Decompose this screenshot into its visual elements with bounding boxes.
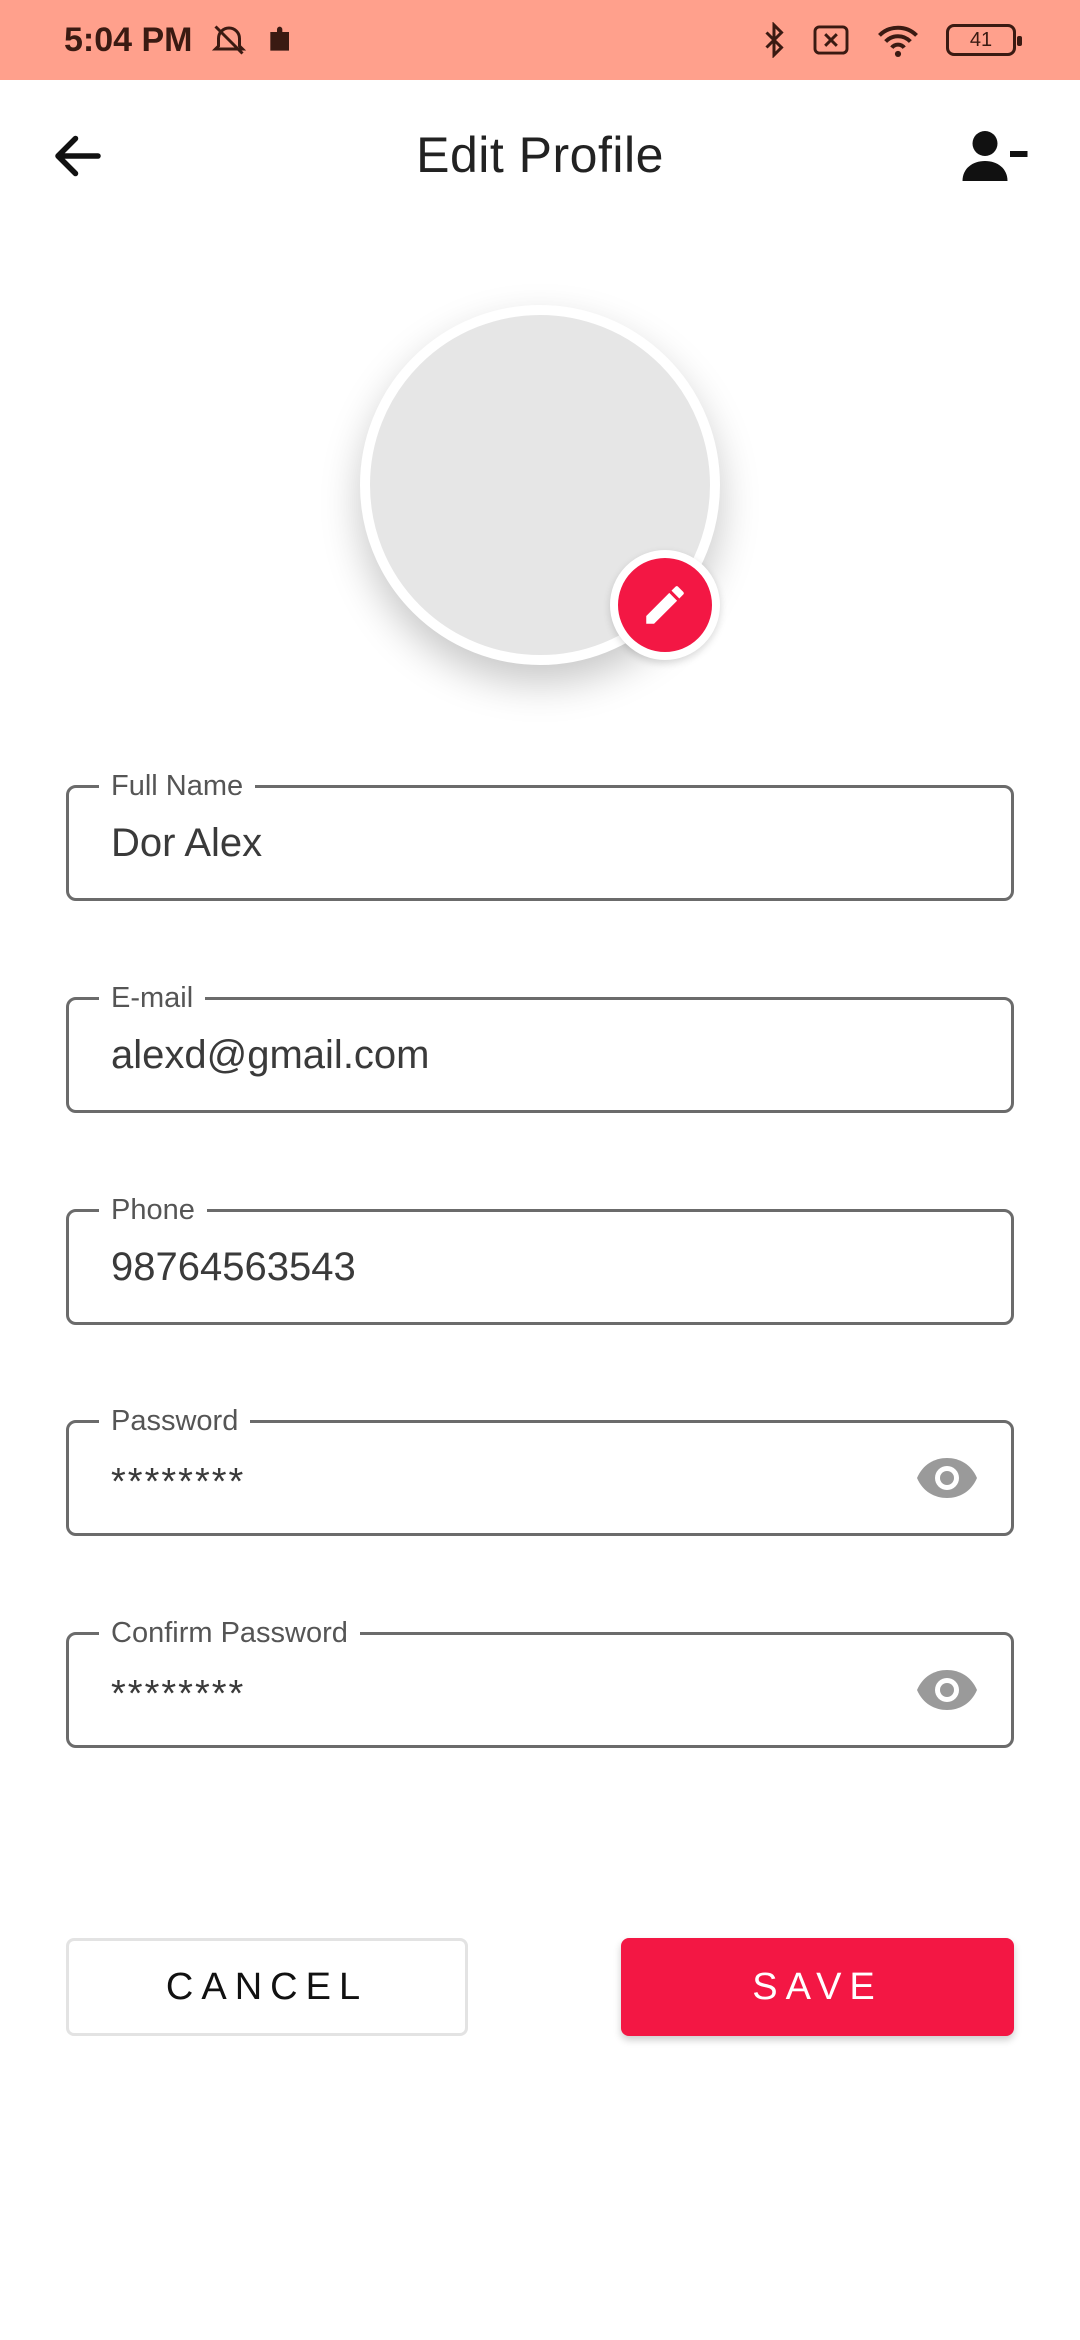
phone-field[interactable]: Phone 98764563543 bbox=[66, 1192, 1014, 1325]
edit-avatar-button[interactable] bbox=[610, 550, 720, 660]
eye-icon[interactable] bbox=[915, 1456, 979, 1500]
save-button[interactable]: SAVE bbox=[621, 1938, 1014, 2036]
email-input[interactable]: alexd@gmail.com bbox=[111, 1000, 911, 1110]
wifi-icon bbox=[878, 25, 918, 57]
user-minus-icon[interactable] bbox=[960, 126, 1030, 186]
puzzle-icon bbox=[269, 26, 289, 51]
bluetooth-icon bbox=[765, 22, 784, 58]
sim-off-icon bbox=[813, 25, 849, 55]
battery-icon: 41 bbox=[946, 24, 1022, 56]
eye-icon[interactable] bbox=[915, 1668, 979, 1712]
status-time: 5:04 PM bbox=[64, 20, 193, 59]
password-field[interactable]: Password ******** bbox=[66, 1403, 1014, 1537]
battery-level: 41 bbox=[969, 28, 993, 51]
arrow-left-icon[interactable] bbox=[48, 126, 108, 186]
full-name-field[interactable]: Full Name Dor Alex bbox=[66, 768, 1014, 901]
phone-input[interactable]: 98764563543 bbox=[111, 1212, 911, 1322]
status-left: 5:04 PM bbox=[64, 21, 297, 60]
status-right: 41 bbox=[762, 22, 1022, 58]
confirm-password-field[interactable]: Confirm Password ******** bbox=[66, 1615, 1014, 1749]
pencil-icon bbox=[646, 586, 684, 624]
status-bar: 5:04 PM 41 bbox=[0, 0, 1080, 80]
cancel-button[interactable]: CANCEL bbox=[66, 1938, 468, 2036]
email-field[interactable]: E-mail alexd@gmail.com bbox=[66, 980, 1014, 1113]
password-input[interactable]: ******** bbox=[111, 1427, 911, 1537]
app-bar: Edit Profile bbox=[0, 80, 1080, 230]
page-title: Edit Profile bbox=[416, 127, 664, 183]
avatar-container bbox=[360, 305, 720, 665]
confirm-password-input[interactable]: ******** bbox=[111, 1639, 911, 1749]
full-name-input[interactable]: Dor Alex bbox=[111, 788, 911, 898]
muted-alarm-icon bbox=[211, 25, 246, 55]
